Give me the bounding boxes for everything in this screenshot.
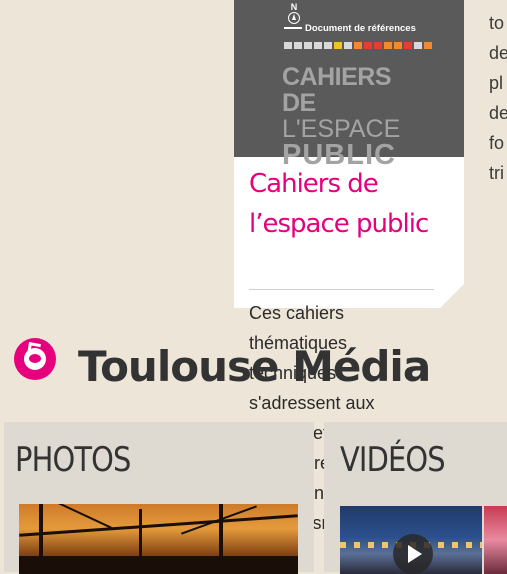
cover-title-line: CAHIERS DE xyxy=(282,63,392,117)
text-line: pl xyxy=(489,73,504,93)
document-cover-image[interactable]: N Document de références CAHIERS DE L'ES… xyxy=(234,0,464,157)
text-line: fo xyxy=(489,133,505,153)
document-card[interactable]: N Document de références CAHIERS DE L'ES… xyxy=(234,0,464,308)
photos-heading-link[interactable]: PHOTOS xyxy=(15,440,131,480)
text-line: to xyxy=(489,13,505,33)
divider xyxy=(249,289,434,290)
toulouse-media-logo-icon[interactable] xyxy=(14,338,56,380)
text-line: de xyxy=(489,43,507,63)
videos-heading-link[interactable]: VIDÉOS xyxy=(340,440,446,480)
video-thumbnail[interactable] xyxy=(484,506,507,574)
document-reference-label: Document de références xyxy=(284,23,414,34)
section-title: Toulouse Média xyxy=(78,342,431,391)
photo-thumbnail[interactable] xyxy=(19,504,298,574)
clipped-article-text: to de pl de fo tri xyxy=(489,8,507,188)
pictogram-strip xyxy=(284,42,432,49)
card-title-link[interactable]: Cahiers de l’espace public xyxy=(249,164,449,244)
text-line: de xyxy=(489,103,507,123)
north-label: N xyxy=(290,2,298,12)
play-icon[interactable] xyxy=(393,534,433,574)
cover-title: CAHIERS DE L'ESPACE PUBLIC xyxy=(282,64,417,168)
text-line: tri xyxy=(489,163,504,183)
